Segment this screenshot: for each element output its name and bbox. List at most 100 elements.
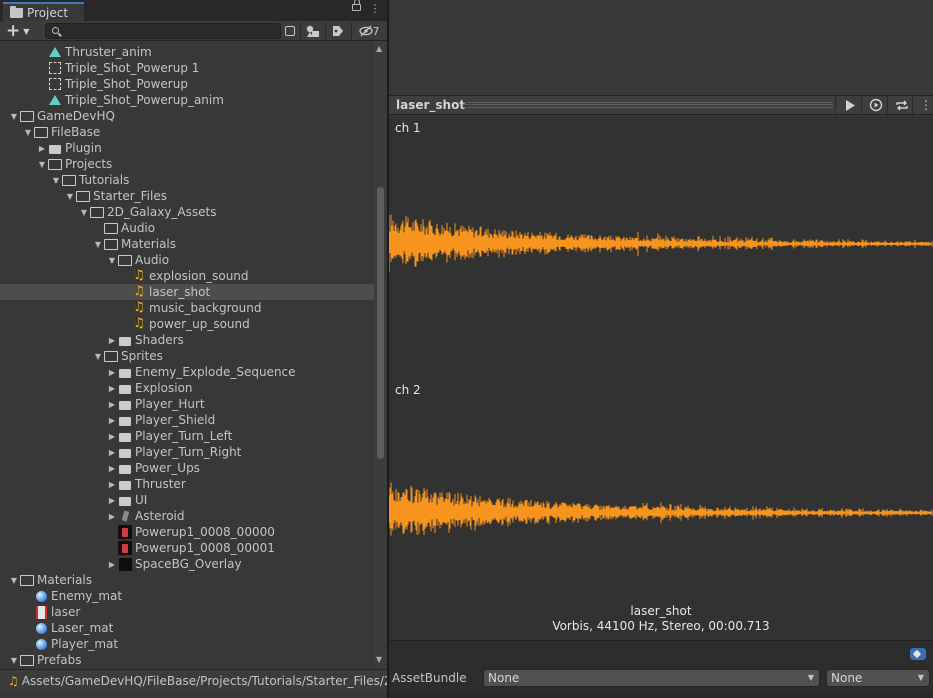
tree-item[interactable]: ▼ Audio	[0, 252, 374, 268]
expanded-arrow-icon[interactable]: ▼	[22, 128, 34, 137]
tree-item[interactable]: ♫ laser_shot	[0, 284, 374, 300]
tree-item[interactable]: ▼ Sprites	[0, 348, 374, 364]
expanded-arrow-icon[interactable]: ▼	[36, 160, 48, 169]
folder-icon	[118, 477, 132, 491]
preview-title: laser_shot	[396, 98, 466, 112]
lock-icon[interactable]	[352, 0, 361, 11]
expanded-arrow-icon[interactable]: ▼	[8, 576, 20, 585]
tree-item-label: Audio	[135, 253, 170, 267]
tree-item[interactable]: ▼ Materials	[0, 572, 374, 588]
expanded-arrow-icon[interactable]: ▼	[50, 176, 62, 185]
preview-menu-icon[interactable]: ⋮	[916, 97, 933, 113]
tree-item[interactable]: ▶ Shaders	[0, 332, 374, 348]
tree-item[interactable]: ▼ Prefabs	[0, 652, 374, 668]
tree-item[interactable]: ♫ explosion_sound	[0, 268, 374, 284]
tree-item[interactable]: ▼ 2D_Galaxy_Assets	[0, 204, 374, 220]
tree-item[interactable]: ▼ GameDevHQ	[0, 108, 374, 124]
tree-item[interactable]: ▶ Player_Turn_Left	[0, 428, 374, 444]
tree-item[interactable]: Triple_Shot_Powerup 1	[0, 60, 374, 76]
tree-item-label: power_up_sound	[149, 317, 250, 331]
expanded-arrow-icon[interactable]: ▼	[92, 352, 104, 361]
tree-item[interactable]: ▶ Explosion	[0, 380, 374, 396]
tree-item[interactable]: ▶ Enemy_Explode_Sequence	[0, 364, 374, 380]
tree-item[interactable]: Player_mat	[0, 636, 374, 652]
create-asset-button[interactable]: + ▼	[6, 23, 36, 40]
audio-clip-icon: ♫	[133, 300, 145, 315]
collapsed-arrow-icon[interactable]: ▶	[106, 368, 118, 377]
expanded-arrow-icon[interactable]: ▼	[8, 112, 20, 121]
tree-item-label: Player_mat	[51, 637, 119, 651]
auto-play-button[interactable]	[866, 97, 886, 113]
expanded-arrow-icon[interactable]: ▼	[8, 656, 20, 665]
tree-item[interactable]: Triple_Shot_Powerup	[0, 76, 374, 92]
tree-item[interactable]: ♫ power_up_sound	[0, 316, 374, 332]
loop-button[interactable]	[892, 97, 912, 113]
expanded-arrow-icon[interactable]: ▼	[78, 208, 90, 217]
scroll-up-icon[interactable]: ▲	[376, 44, 382, 53]
tree-item[interactable]: ▶ Power_Ups	[0, 460, 374, 476]
tree-item[interactable]: ▶ Player_Hurt	[0, 396, 374, 412]
collapsed-arrow-icon[interactable]: ▶	[106, 480, 118, 489]
tree-item-label: Triple_Shot_Powerup_anim	[65, 93, 224, 107]
tree-item[interactable]: ♫ music_background	[0, 300, 374, 316]
tree-item-label: Thruster_anim	[65, 45, 152, 59]
folder-open-icon	[118, 253, 132, 267]
collapsed-arrow-icon[interactable]: ▶	[106, 416, 118, 425]
tree-item[interactable]: Powerup1_0008_00000	[0, 524, 374, 540]
collapsed-arrow-icon[interactable]: ▶	[106, 496, 118, 505]
collapsed-arrow-icon[interactable]: ▶	[36, 144, 48, 153]
tree-scrollbar[interactable]: ▲ ▼	[374, 41, 387, 669]
collapsed-arrow-icon[interactable]: ▶	[106, 464, 118, 473]
tree-item[interactable]: laser	[0, 604, 374, 620]
hidden-packages-toggle[interactable]: 7	[354, 23, 384, 39]
label-icon[interactable]	[910, 648, 926, 660]
tree-item[interactable]: ▼ Tutorials	[0, 172, 374, 188]
search-filter-button[interactable]	[281, 23, 299, 39]
tree-item[interactable]: Triple_Shot_Powerup_anim	[0, 92, 374, 108]
collapsed-arrow-icon[interactable]: ▶	[106, 560, 118, 569]
tree-item[interactable]: ▶ UI	[0, 492, 374, 508]
collapsed-arrow-icon[interactable]: ▶	[106, 336, 118, 345]
tree-item[interactable]: ▶ SpaceBG_Overlay	[0, 556, 374, 572]
tree-item[interactable]: ▼ Materials	[0, 236, 374, 252]
tree-item[interactable]: ▼ Projects	[0, 156, 374, 172]
tree-item[interactable]: Powerup1_0008_00001	[0, 540, 374, 556]
eye-slash-icon	[358, 25, 373, 37]
assetbundle-name-dropdown[interactable]: None ▼	[483, 669, 820, 687]
collapsed-arrow-icon[interactable]: ▶	[106, 400, 118, 409]
collapsed-arrow-icon[interactable]: ▶	[106, 384, 118, 393]
more-options-icon[interactable]: ⋮	[368, 2, 382, 16]
search-box[interactable]	[45, 23, 281, 39]
tree-item-label: Materials	[37, 573, 93, 587]
expanded-arrow-icon[interactable]: ▼	[106, 256, 118, 265]
assetbundle-variant-dropdown[interactable]: None ▼	[826, 669, 930, 687]
search-by-label-button[interactable]	[328, 23, 348, 39]
expanded-arrow-icon[interactable]: ▼	[92, 240, 104, 249]
sprite-icon	[118, 557, 132, 571]
search-by-type-button[interactable]	[303, 23, 323, 39]
tree-item[interactable]: ▼ Starter_Files	[0, 188, 374, 204]
collapsed-arrow-icon[interactable]: ▶	[106, 432, 118, 441]
tree-item[interactable]: Enemy_mat	[0, 588, 374, 604]
play-button[interactable]	[840, 97, 860, 113]
folder-open-icon	[104, 349, 118, 363]
tree-item[interactable]: ▶ Player_Shield	[0, 412, 374, 428]
tree-item[interactable]: Audio	[0, 220, 374, 236]
scrollbar-thumb[interactable]	[377, 187, 384, 459]
scroll-down-icon[interactable]: ▼	[376, 655, 382, 664]
collapsed-arrow-icon[interactable]: ▶	[106, 448, 118, 457]
collapsed-arrow-icon[interactable]: ▶	[106, 512, 118, 521]
tab-project[interactable]: Project	[3, 2, 84, 21]
expanded-arrow-icon[interactable]: ▼	[64, 192, 76, 201]
tab-project-label: Project	[27, 5, 69, 20]
search-input[interactable]	[64, 24, 274, 38]
tree-item[interactable]: Laser_mat	[0, 620, 374, 636]
tree-item[interactable]: Thruster_anim	[0, 44, 374, 60]
tree-item[interactable]: ▶ Asteroid	[0, 508, 374, 524]
tree-item[interactable]: ▶ Plugin	[0, 140, 374, 156]
preview-drag-handle[interactable]	[463, 102, 833, 108]
tree-item[interactable]: ▶ Thruster	[0, 476, 374, 492]
tree-item[interactable]: ▶ Player_Turn_Right	[0, 444, 374, 460]
folder-icon	[118, 445, 132, 459]
tree-item[interactable]: ▼ FileBase	[0, 124, 374, 140]
